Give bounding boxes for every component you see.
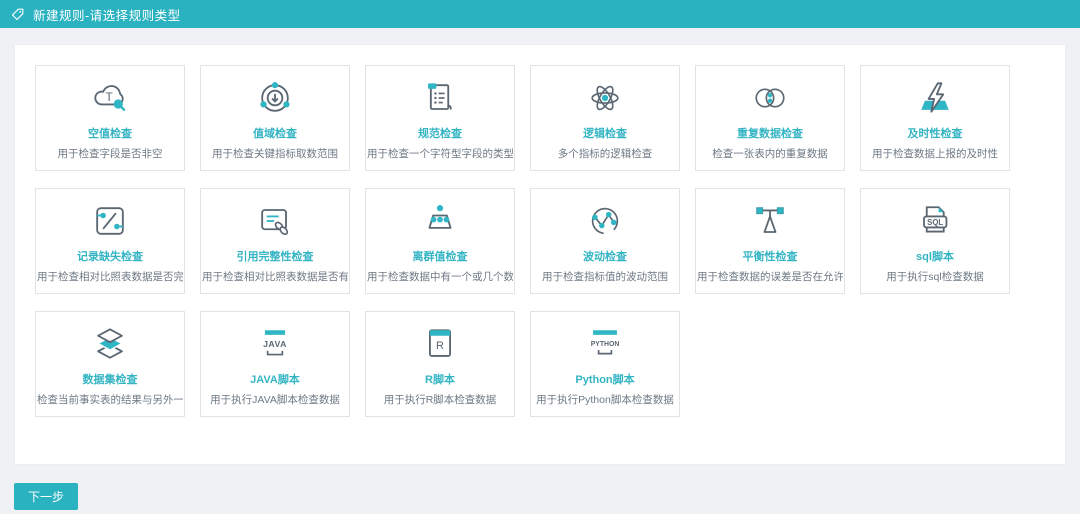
rule-card-balance-check[interactable]: 平衡性检查 用于检查数据的误差是否在允许...	[695, 188, 845, 294]
rule-card-title: 重复数据检查	[737, 128, 803, 140]
rule-card-title: JAVA脚本	[250, 374, 300, 386]
rule-card-title: 数据集检查	[82, 374, 138, 386]
rule-type-grid: T 空值检查 用于检查字段是否非空 值域检查 用于检查关键指标取数范围 规范检查…	[35, 65, 1045, 417]
rule-card-title: 逻辑检查	[583, 128, 627, 140]
rule-card-value-range-check[interactable]: 值域检查 用于检查关键指标取数范围	[200, 65, 350, 171]
rule-card-title: 平衡性检查	[742, 251, 798, 263]
rule-card-title: 引用完整性检查	[236, 251, 314, 263]
rule-card-desc: 用于检查关键指标取数范围	[212, 148, 338, 160]
rule-card-desc: 用于检查一个字符型字段的类型...	[367, 148, 513, 160]
rule-card-desc: 多个指标的逻辑检查	[557, 148, 653, 160]
rule-card-desc: 检查一张表内的重复数据	[712, 148, 828, 160]
percent-slash-icon	[88, 197, 132, 245]
rule-card-python-script[interactable]: PYTHON Python脚本 用于执行Python脚本检查数据	[530, 311, 680, 417]
rule-card-logic-check[interactable]: 逻辑检查 多个指标的逻辑检查	[530, 65, 680, 171]
rule-card-desc: 用于检查字段是否非空	[57, 148, 163, 160]
rule-card-duplicate-data-check[interactable]: 重复数据检查 检查一张表内的重复数据	[695, 65, 845, 171]
rule-card-title: 记录缺失检查	[77, 251, 143, 263]
header-bar: 新建规则-请选择规则类型	[0, 0, 1080, 28]
rule-card-title: Python脚本	[575, 374, 635, 386]
svg-text:SQL: SQL	[927, 218, 943, 227]
cloud-text-icon: T	[88, 74, 132, 122]
svg-text:R: R	[436, 340, 444, 352]
rule-card-missing-record-check[interactable]: 记录缺失检查 用于检查相对比照表数据是否完整	[35, 188, 185, 294]
svg-text:T: T	[105, 90, 112, 104]
layers-icon	[88, 320, 132, 368]
scroll-list-icon	[418, 74, 462, 122]
rule-card-desc: 用于检查数据的误差是否在允许...	[697, 271, 843, 283]
python-icon: PYTHON	[583, 320, 627, 368]
outlier-dots-icon	[418, 197, 462, 245]
gauge-orbit-icon	[253, 74, 297, 122]
java-icon: JAVA	[253, 320, 297, 368]
rule-card-timeliness-check[interactable]: 及时性检查 用于检查数据上报的及时性	[860, 65, 1010, 171]
rule-card-desc: 用于检查相对比照表数据是否完整	[37, 271, 183, 283]
venn-circles-icon	[748, 74, 792, 122]
rule-card-desc: 用于执行sql检查数据	[886, 271, 984, 283]
rule-card-title: R脚本	[425, 374, 455, 386]
rule-card-desc: 检查当前事实表的结果与另外一...	[37, 394, 183, 406]
rule-card-dataset-check[interactable]: 数据集检查 检查当前事实表的结果与另外一...	[35, 311, 185, 417]
wave-chart-icon	[583, 197, 627, 245]
rule-card-referential-integrity-check[interactable]: 引用完整性检查 用于检查相对比照表数据是否有效	[200, 188, 350, 294]
document-link-icon	[253, 197, 297, 245]
tag-icon	[10, 7, 25, 22]
rule-card-java-script[interactable]: JAVA JAVA脚本 用于执行JAVA脚本检查数据	[200, 311, 350, 417]
sql-file-icon: SQL	[913, 197, 957, 245]
rule-card-outlier-check[interactable]: 离群值检查 用于检查数据中有一个或几个数...	[365, 188, 515, 294]
rule-card-fluctuation-check[interactable]: 波动检查 用于检查指标值的波动范围	[530, 188, 680, 294]
rule-card-desc: 用于检查数据上报的及时性	[872, 148, 998, 160]
rule-card-desc: 用于执行Python脚本检查数据	[536, 394, 674, 406]
r-window-icon: R	[418, 320, 462, 368]
rule-card-title: 空值检查	[88, 128, 132, 140]
page-title: 新建规则-请选择规则类型	[33, 8, 181, 23]
rule-card-title: 值域检查	[253, 128, 297, 140]
rule-card-title: 离群值检查	[412, 251, 468, 263]
rule-card-sql-script[interactable]: SQL sql脚本 用于执行sql检查数据	[860, 188, 1010, 294]
balance-icon	[748, 197, 792, 245]
rule-card-r-script[interactable]: R R脚本 用于执行R脚本检查数据	[365, 311, 515, 417]
svg-text:PYTHON: PYTHON	[591, 341, 620, 348]
lightning-icon	[913, 74, 957, 122]
rule-card-null-check[interactable]: T 空值检查 用于检查字段是否非空	[35, 65, 185, 171]
rule-card-desc: 用于执行JAVA脚本检查数据	[210, 394, 340, 406]
next-step-button[interactable]: 下一步	[14, 483, 79, 510]
rule-card-format-check[interactable]: 规范检查 用于检查一个字符型字段的类型...	[365, 65, 515, 171]
content-panel: T 空值检查 用于检查字段是否非空 值域检查 用于检查关键指标取数范围 规范检查…	[14, 44, 1066, 465]
rule-card-title: sql脚本	[916, 251, 954, 263]
rule-card-desc: 用于执行R脚本检查数据	[383, 394, 497, 406]
rule-card-desc: 用于检查相对比照表数据是否有效	[202, 271, 348, 283]
rule-card-desc: 用于检查数据中有一个或几个数...	[367, 271, 513, 283]
rule-card-title: 规范检查	[418, 128, 462, 140]
rule-card-desc: 用于检查指标值的波动范围	[542, 271, 668, 283]
rule-card-title: 波动检查	[583, 251, 627, 263]
rule-card-title: 及时性检查	[907, 128, 963, 140]
svg-text:JAVA: JAVA	[263, 339, 287, 349]
atom-icon	[583, 74, 627, 122]
